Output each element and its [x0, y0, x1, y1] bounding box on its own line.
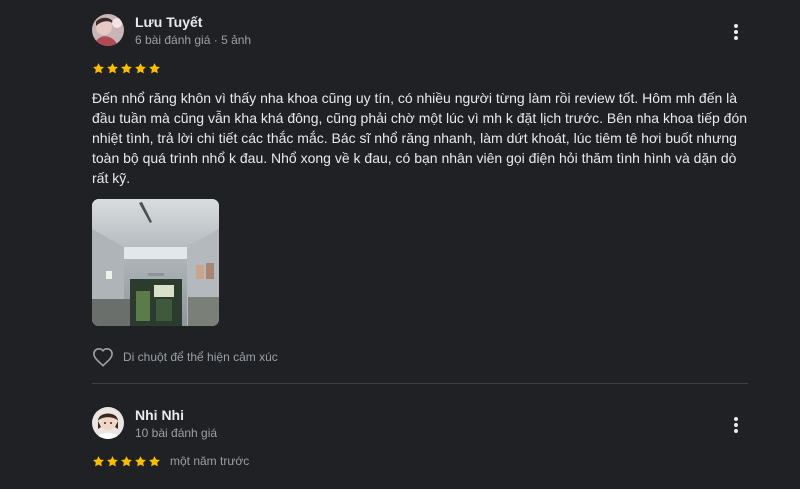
- avatar-photo: [92, 14, 124, 46]
- avatar[interactable]: [92, 14, 124, 46]
- review-time: một năm trước: [170, 454, 250, 468]
- heart-outline-icon: [93, 347, 113, 367]
- reviews-page: Lưu Tuyết 6 bài đánh giá · 5 ảnh Đến nhổ…: [0, 0, 800, 489]
- rating-row: một năm trước: [92, 453, 748, 469]
- star-icon: [107, 62, 118, 73]
- star-icon: [135, 62, 146, 73]
- more-options-button[interactable]: [724, 413, 748, 437]
- star-icon: [149, 455, 160, 466]
- rating-row: [92, 60, 748, 76]
- reaction-button[interactable]: Di chuột để thể hiện cảm xúc: [92, 346, 748, 368]
- author-meta: 10 bài đánh giá: [135, 426, 218, 440]
- star-rating: [92, 455, 161, 468]
- author-meta: 6 bài đánh giá · 5 ảnh: [135, 33, 252, 47]
- review-card: Lưu Tuyết 6 bài đánh giá · 5 ảnh Đến nhổ…: [92, 14, 748, 368]
- star-icon: [121, 62, 132, 73]
- more-vert-icon: [734, 24, 738, 40]
- more-options-button[interactable]: [724, 20, 748, 44]
- review-photo[interactable]: [92, 199, 219, 326]
- review-header: Lưu Tuyết 6 bài đánh giá · 5 ảnh: [92, 14, 748, 50]
- author-name[interactable]: Nhi Nhi: [135, 407, 184, 423]
- star-icon: [93, 455, 104, 466]
- review-text: Đến nhổ răng khôn vì thấy nha khoa cũng …: [92, 90, 748, 186]
- review-header: Nhi Nhi 10 bài đánh giá: [92, 407, 748, 443]
- star-icon: [93, 62, 104, 73]
- star-icon: [107, 455, 118, 466]
- review-photo-image: [92, 199, 219, 326]
- review-card: Nhi Nhi 10 bài đánh giá một năm trước: [92, 407, 748, 469]
- reaction-label: Di chuột để thể hiện cảm xúc: [123, 350, 278, 364]
- review-divider: [92, 383, 748, 384]
- avatar[interactable]: [92, 407, 124, 439]
- more-vert-icon: [734, 417, 738, 433]
- avatar-photo: [92, 407, 124, 439]
- star-icon: [121, 455, 132, 466]
- star-icon: [149, 62, 160, 73]
- star-icon: [135, 455, 146, 466]
- author-name[interactable]: Lưu Tuyết: [135, 14, 202, 30]
- star-rating: [92, 62, 161, 75]
